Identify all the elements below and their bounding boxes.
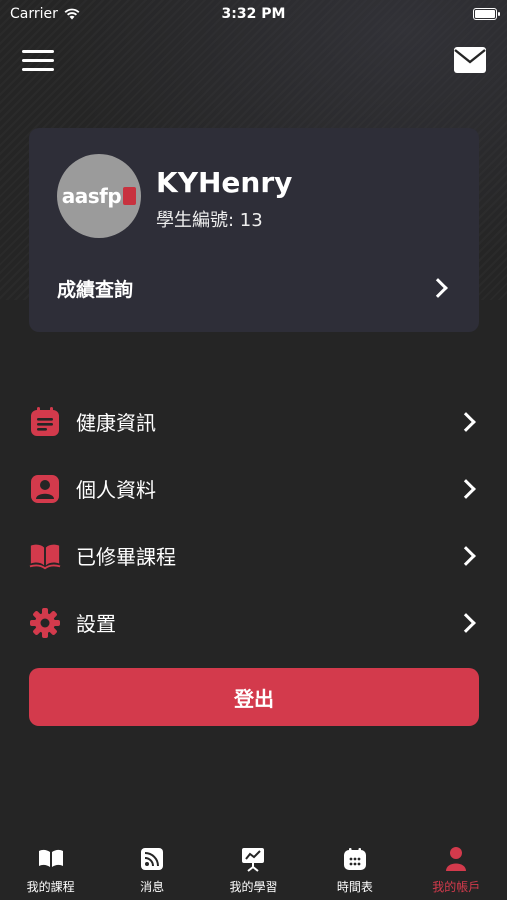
avatar-logo-text: aasfp (61, 184, 122, 208)
calendar-icon (342, 846, 368, 872)
hamburger-line (22, 59, 54, 62)
status-time: 3:32 PM (221, 6, 286, 22)
avatar: aasfp (57, 154, 141, 238)
avatar-logo-seal (123, 187, 137, 205)
hamburger-line (22, 68, 54, 71)
profile-card: aasfp KYHenry 學生編號: 13 成績查詢 (29, 128, 479, 332)
bottom-tab-bar: 我的課程 消息 我的學習 時間表 我的帳戶 (0, 836, 507, 900)
rss-icon (139, 846, 165, 872)
chevron-right-icon (428, 278, 448, 298)
battery-icon (473, 8, 500, 20)
menu-item-completed-courses[interactable]: 已修畢課程 (29, 522, 479, 589)
health-info-icon (29, 406, 61, 438)
menu-item-profile[interactable]: 個人資料 (29, 455, 479, 522)
menu-item-label: 個人資料 (76, 478, 156, 502)
tab-my-learning[interactable]: 我的學習 (203, 836, 303, 900)
chevron-right-icon (456, 612, 476, 633)
tab-label: 我的帳戶 (432, 880, 481, 894)
chevron-right-icon (456, 411, 476, 432)
chevron-right-icon (456, 478, 476, 499)
book-icon (38, 846, 64, 872)
gear-icon (29, 607, 61, 639)
grades-query-label: 成績查詢 (57, 278, 134, 301)
student-id: 學生編號: 13 (156, 210, 263, 231)
tab-label: 時間表 (336, 880, 373, 894)
profile-icon (29, 473, 61, 505)
status-bar: Carrier 3:32 PM (0, 0, 507, 28)
tab-timetable[interactable]: 時間表 (305, 836, 405, 900)
menu-item-label: 已修畢課程 (76, 545, 176, 569)
tab-label: 我的學習 (229, 880, 278, 894)
book-icon (29, 540, 61, 572)
menu-item-settings[interactable]: 設置 (29, 589, 479, 656)
user-icon (443, 846, 469, 872)
grades-query-row[interactable]: 成績查詢 (57, 268, 451, 308)
tab-label: 我的課程 (26, 880, 75, 894)
chevron-right-icon (456, 545, 476, 566)
mail-button[interactable] (453, 46, 487, 76)
tab-messages[interactable]: 消息 (102, 836, 202, 900)
profile-name: KYHenry (156, 166, 293, 199)
tab-my-courses[interactable]: 我的課程 (1, 836, 101, 900)
presentation-icon (240, 846, 266, 872)
mail-icon (454, 47, 486, 73)
menu-item-label: 健康資訊 (76, 411, 156, 435)
hamburger-line (22, 50, 54, 53)
tab-label: 消息 (140, 880, 165, 894)
menu-item-health-info[interactable]: 健康資訊 (29, 388, 479, 455)
tab-my-account[interactable]: 我的帳戶 (406, 836, 506, 900)
menu-button[interactable] (22, 50, 54, 74)
logout-button[interactable]: 登出 (29, 668, 479, 726)
menu-item-label: 設置 (76, 612, 116, 636)
account-menu: 健康資訊 個人資料 已修畢課程 設置 (29, 388, 479, 656)
